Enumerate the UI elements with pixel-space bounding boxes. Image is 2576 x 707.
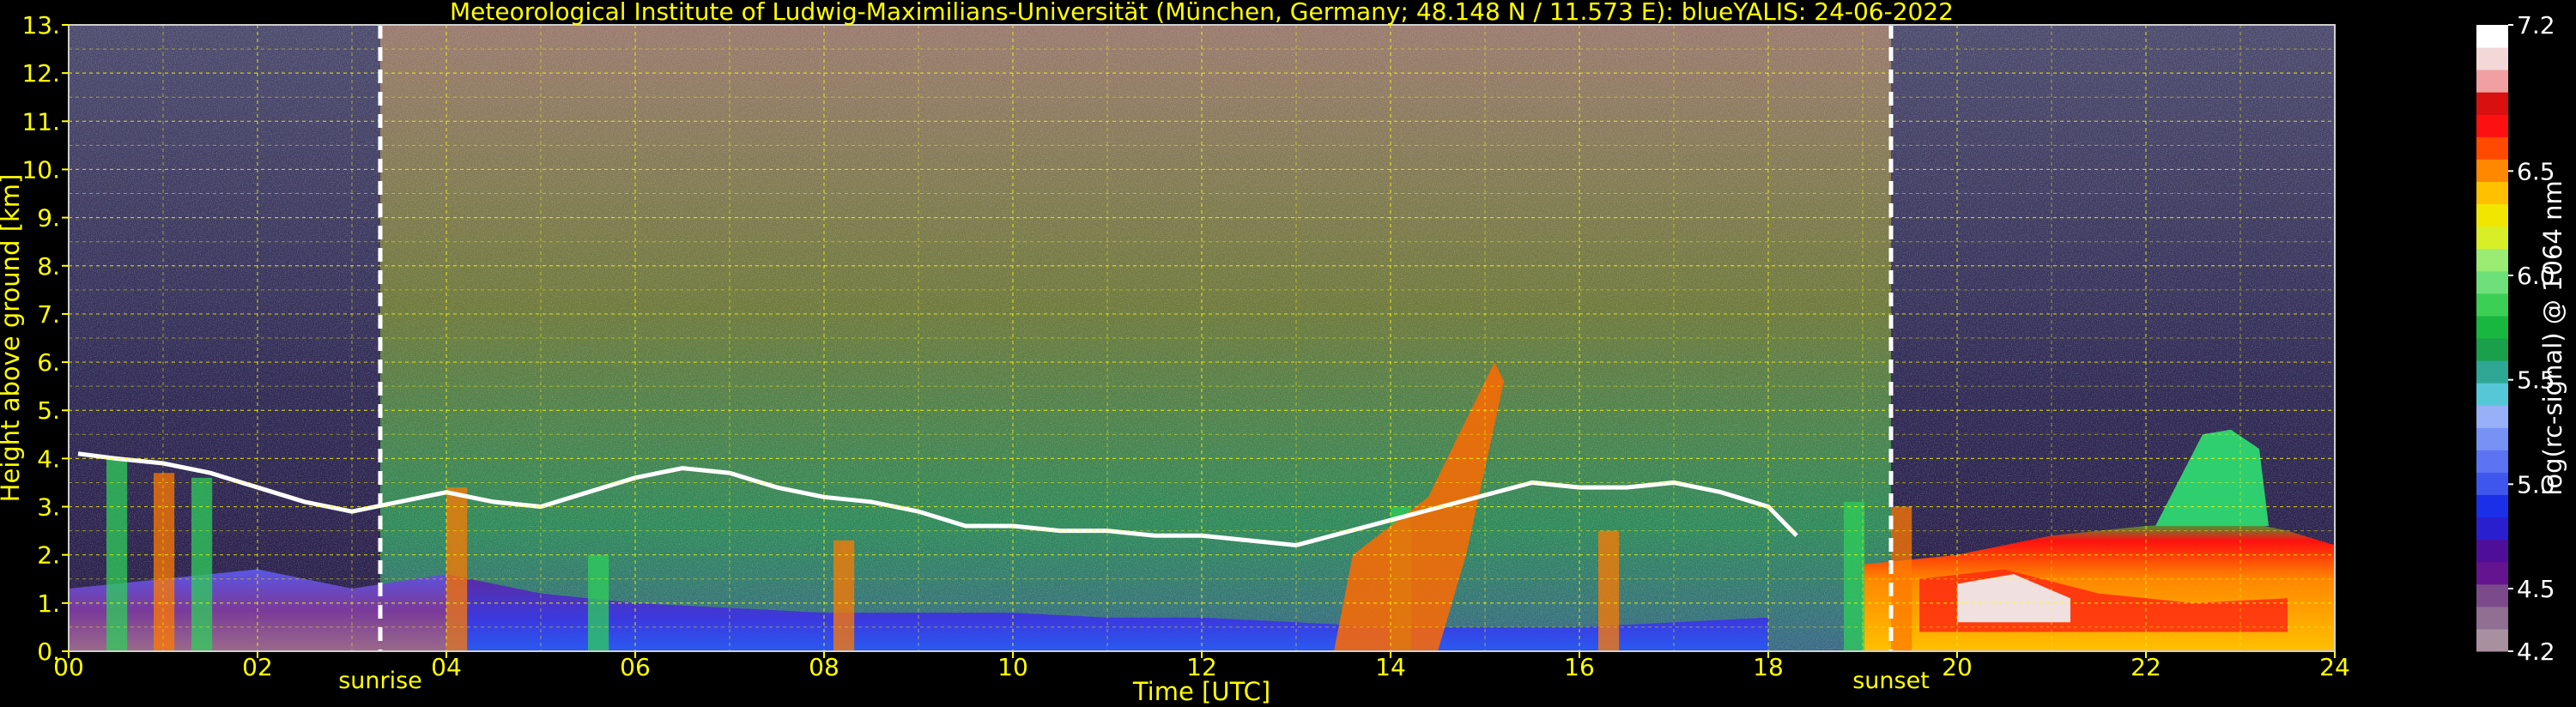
- colorbar-segment: [2476, 159, 2508, 182]
- colorbar-tick-label: 4.2: [2517, 638, 2555, 666]
- colorbar-segment: [2476, 628, 2508, 652]
- y-tick-label: 4.: [37, 444, 60, 473]
- y-tick-label: 12.: [21, 59, 60, 88]
- colorbar-segment: [2476, 539, 2508, 563]
- sunset-label: sunset: [1852, 668, 1930, 694]
- convective-streak: [446, 487, 468, 651]
- colorbar-segment: [2476, 494, 2508, 518]
- y-tick-label: 7.: [37, 300, 60, 329]
- x-tick-label: 04: [431, 653, 462, 681]
- colorbar-segment: [2476, 69, 2508, 93]
- colorbar-segment: [2476, 405, 2508, 428]
- colorbar-segment: [2476, 561, 2508, 585]
- x-tick-label: 08: [809, 653, 839, 681]
- x-tick-label: 02: [242, 653, 273, 681]
- colorbar-segment: [2476, 450, 2508, 473]
- y-tick-label: 6.: [37, 348, 60, 377]
- colorbar-segment: [2476, 606, 2508, 630]
- chart-title: Meteorological Institute of Ludwig-Maxim…: [450, 0, 1954, 26]
- x-tick-label: 06: [620, 653, 651, 681]
- y-tick-label: 2.: [37, 541, 60, 570]
- y-axis-label: Height above ground [km]: [0, 174, 25, 503]
- colorbar-tick-label: 7.2: [2517, 11, 2555, 39]
- y-tick-label: 13.: [21, 11, 60, 39]
- x-tick-label: 18: [1753, 653, 1784, 681]
- y-tick-label: 0.: [37, 638, 60, 666]
- x-tick-label: 10: [997, 653, 1028, 681]
- colorbar-segment: [2476, 136, 2508, 160]
- colorbar-segment: [2476, 25, 2508, 48]
- colorbar-segment: [2476, 293, 2508, 317]
- colorbar-segment: [2476, 203, 2508, 227]
- colorbar-segment: [2476, 338, 2508, 361]
- colorbar-segment: [2476, 181, 2508, 205]
- y-tick-label: 9.: [37, 204, 60, 233]
- colorbar-segment: [2476, 47, 2508, 70]
- y-tick-label: 1.: [37, 589, 60, 618]
- colorbar-segment: [2476, 114, 2508, 137]
- y-tick-label: 10.: [21, 155, 60, 184]
- x-tick-label: 24: [2319, 653, 2350, 681]
- colorbar-segment: [2476, 517, 2508, 541]
- y-tick-label: 3.: [37, 493, 60, 522]
- convective-streak: [1844, 501, 1865, 651]
- colorbar-segment: [2476, 427, 2508, 450]
- colorbar-segment: [2476, 472, 2508, 495]
- convective-streak: [1891, 506, 1912, 651]
- colorbar-segment: [2476, 270, 2508, 294]
- x-tick-label: 20: [1942, 653, 1973, 681]
- convective-streak: [833, 540, 855, 651]
- colorbar-segment: [2476, 360, 2508, 384]
- convective-streak: [154, 473, 175, 651]
- lidar-chart: sunrise sunset00 02 04 06 08 10 12 14 16 18 20 22 240…: [0, 0, 2567, 706]
- x-tick-label: 22: [2131, 653, 2161, 681]
- colorbar-segment: [2476, 92, 2508, 115]
- colorbar-label: log(rc-signal) @ 1064 nm: [2538, 180, 2567, 495]
- colorbar-segment: [2476, 383, 2508, 406]
- y-tick-label: 8.: [37, 252, 60, 281]
- colorbar-segment: [2476, 226, 2508, 250]
- colorbar-segment: [2476, 248, 2508, 272]
- y-tick-label: 11.: [21, 107, 60, 136]
- colorbar: 4.24.55.05.56.06.57.2log(rc-signal) @ 10…: [2476, 11, 2567, 666]
- colorbar-segment: [2476, 315, 2508, 339]
- x-tick-label: 16: [1564, 653, 1595, 681]
- x-axis-label: Time [UTC]: [1132, 677, 1270, 706]
- sunrise-label: sunrise: [338, 668, 422, 694]
- x-tick-label: 14: [1375, 653, 1406, 681]
- convective-streak: [1598, 530, 1620, 651]
- y-tick-label: 5.: [37, 396, 60, 425]
- colorbar-tick-label: 4.5: [2517, 575, 2555, 603]
- colorbar-segment: [2476, 583, 2508, 607]
- convective-streak: [191, 477, 213, 651]
